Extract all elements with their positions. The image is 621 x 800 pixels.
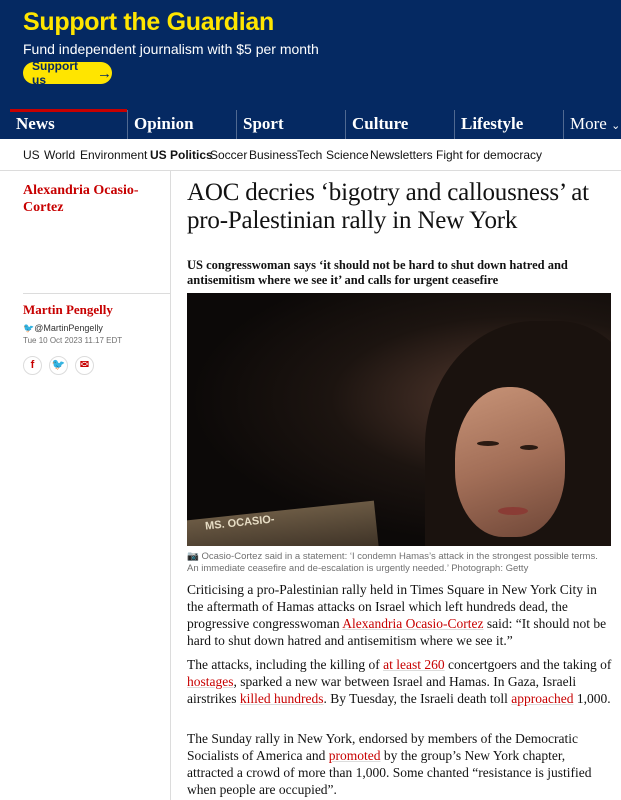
subnav-item-business[interactable]: Business (249, 148, 298, 162)
twitter-icon[interactable]: 🐦 (49, 356, 68, 375)
pillar-more-label: More (570, 114, 607, 133)
link-killed-hundreds[interactable]: killed hundreds (240, 691, 324, 706)
pillar-lifestyle[interactable]: Lifestyle (454, 110, 563, 139)
subnav-item-science[interactable]: Science (326, 148, 369, 162)
paragraph-2: The attacks, including the killing of at… (187, 656, 612, 707)
pillar-more[interactable]: More ⌄ (563, 110, 621, 139)
link-at-least-260[interactable]: at least 260 (383, 657, 444, 672)
support-button-label: Support us (32, 59, 78, 87)
pillar-opinion-label: Opinion (134, 114, 194, 133)
hero-image: MS. OCASIO- (187, 293, 611, 546)
subnav-item-tech[interactable]: Tech (297, 148, 322, 162)
hero-image-eye (477, 441, 499, 446)
subnav-item-newsletters[interactable]: Newsletters (370, 148, 433, 162)
pillar-culture-label: Culture (352, 114, 409, 133)
support-title: Support the Guardian (23, 8, 274, 36)
pillar-news-indicator (10, 109, 127, 112)
paragraph-text: concertgoers and the taking of (444, 657, 612, 672)
arrow-right-icon: → (97, 64, 112, 82)
paragraph-text: 1,000. (573, 691, 611, 706)
pillar-opinion[interactable]: Opinion (127, 110, 236, 139)
pillar-lifestyle-label: Lifestyle (461, 114, 524, 133)
series-tag[interactable]: Alexandria Ocasio-Cortez (23, 182, 163, 216)
link-approached[interactable]: approached (511, 691, 573, 706)
hero-image-lips (498, 507, 528, 515)
support-us-button[interactable]: Support us → (23, 59, 112, 87)
subnav-item-soccer[interactable]: Soccer (210, 148, 247, 162)
pillar-news[interactable]: News (10, 109, 127, 139)
pillar-culture[interactable]: Culture (345, 110, 454, 139)
support-subtitle: Fund independent journalism with $5 per … (23, 41, 319, 57)
image-caption: 📷 Ocasio-Cortez said in a statement: ‘I … (187, 551, 611, 575)
subnav-item-us[interactable]: US (23, 148, 40, 162)
subnav-item-fight-for-democracy[interactable]: Fight for democracy (436, 148, 542, 162)
support-banner: Support the Guardian Fund independent jo… (0, 0, 621, 110)
author-twitter-handle[interactable]: 🐦@MartinPengelly (23, 323, 103, 334)
divider (23, 293, 170, 294)
paragraph-3: The Sunday rally in New York, endorsed b… (187, 730, 612, 798)
article-standfirst: US congresswoman says ‘it should not be … (187, 258, 568, 287)
link-hostages[interactable]: hostages (187, 674, 234, 689)
article-headline: AOC decries ‘bigotry and callousness’ at… (187, 179, 589, 234)
pillar-sport-label: Sport (243, 114, 284, 133)
link-alexandria-ocasio-cortez[interactable]: Alexandria Ocasio-Cortez (342, 616, 483, 631)
subnav-item-environment[interactable]: Environment (80, 148, 147, 162)
article-meta-column: Alexandria Ocasio-Cortez Martin Pengelly… (13, 170, 171, 800)
link-promoted[interactable]: promoted (329, 748, 381, 763)
email-icon[interactable]: ✉ (75, 356, 94, 375)
pillar-nav: News Opinion Sport Culture Lifestyle Mor… (0, 109, 621, 139)
twitter-handle-text: @MartinPengelly (34, 323, 103, 333)
publish-date: Tue 10 Oct 2023 11.17 EDT (23, 336, 123, 345)
subnav-item-world[interactable]: World (44, 148, 75, 162)
sub-navigation: US World Environment US Politics Soccer … (0, 139, 621, 171)
pillar-sport[interactable]: Sport (236, 110, 345, 139)
paragraph-1: Criticising a pro-Palestinian rally held… (187, 581, 612, 649)
camera-icon: 📷 (187, 551, 199, 562)
hero-image-eye (520, 445, 538, 450)
author-name[interactable]: Martin Pengelly (23, 302, 113, 318)
facebook-icon[interactable]: f (23, 356, 42, 375)
twitter-icon: 🐦 (23, 323, 35, 333)
chevron-down-icon: ⌄ (611, 120, 621, 132)
subnav-item-us-politics[interactable]: US Politics (150, 148, 213, 162)
paragraph-text: The attacks, including the killing of (187, 657, 384, 672)
pillar-news-label: News (16, 114, 55, 133)
caption-text: Ocasio-Cortez said in a statement: ‘I co… (187, 551, 598, 574)
paragraph-text: . By Tuesday, the Israeli death toll (323, 691, 512, 706)
